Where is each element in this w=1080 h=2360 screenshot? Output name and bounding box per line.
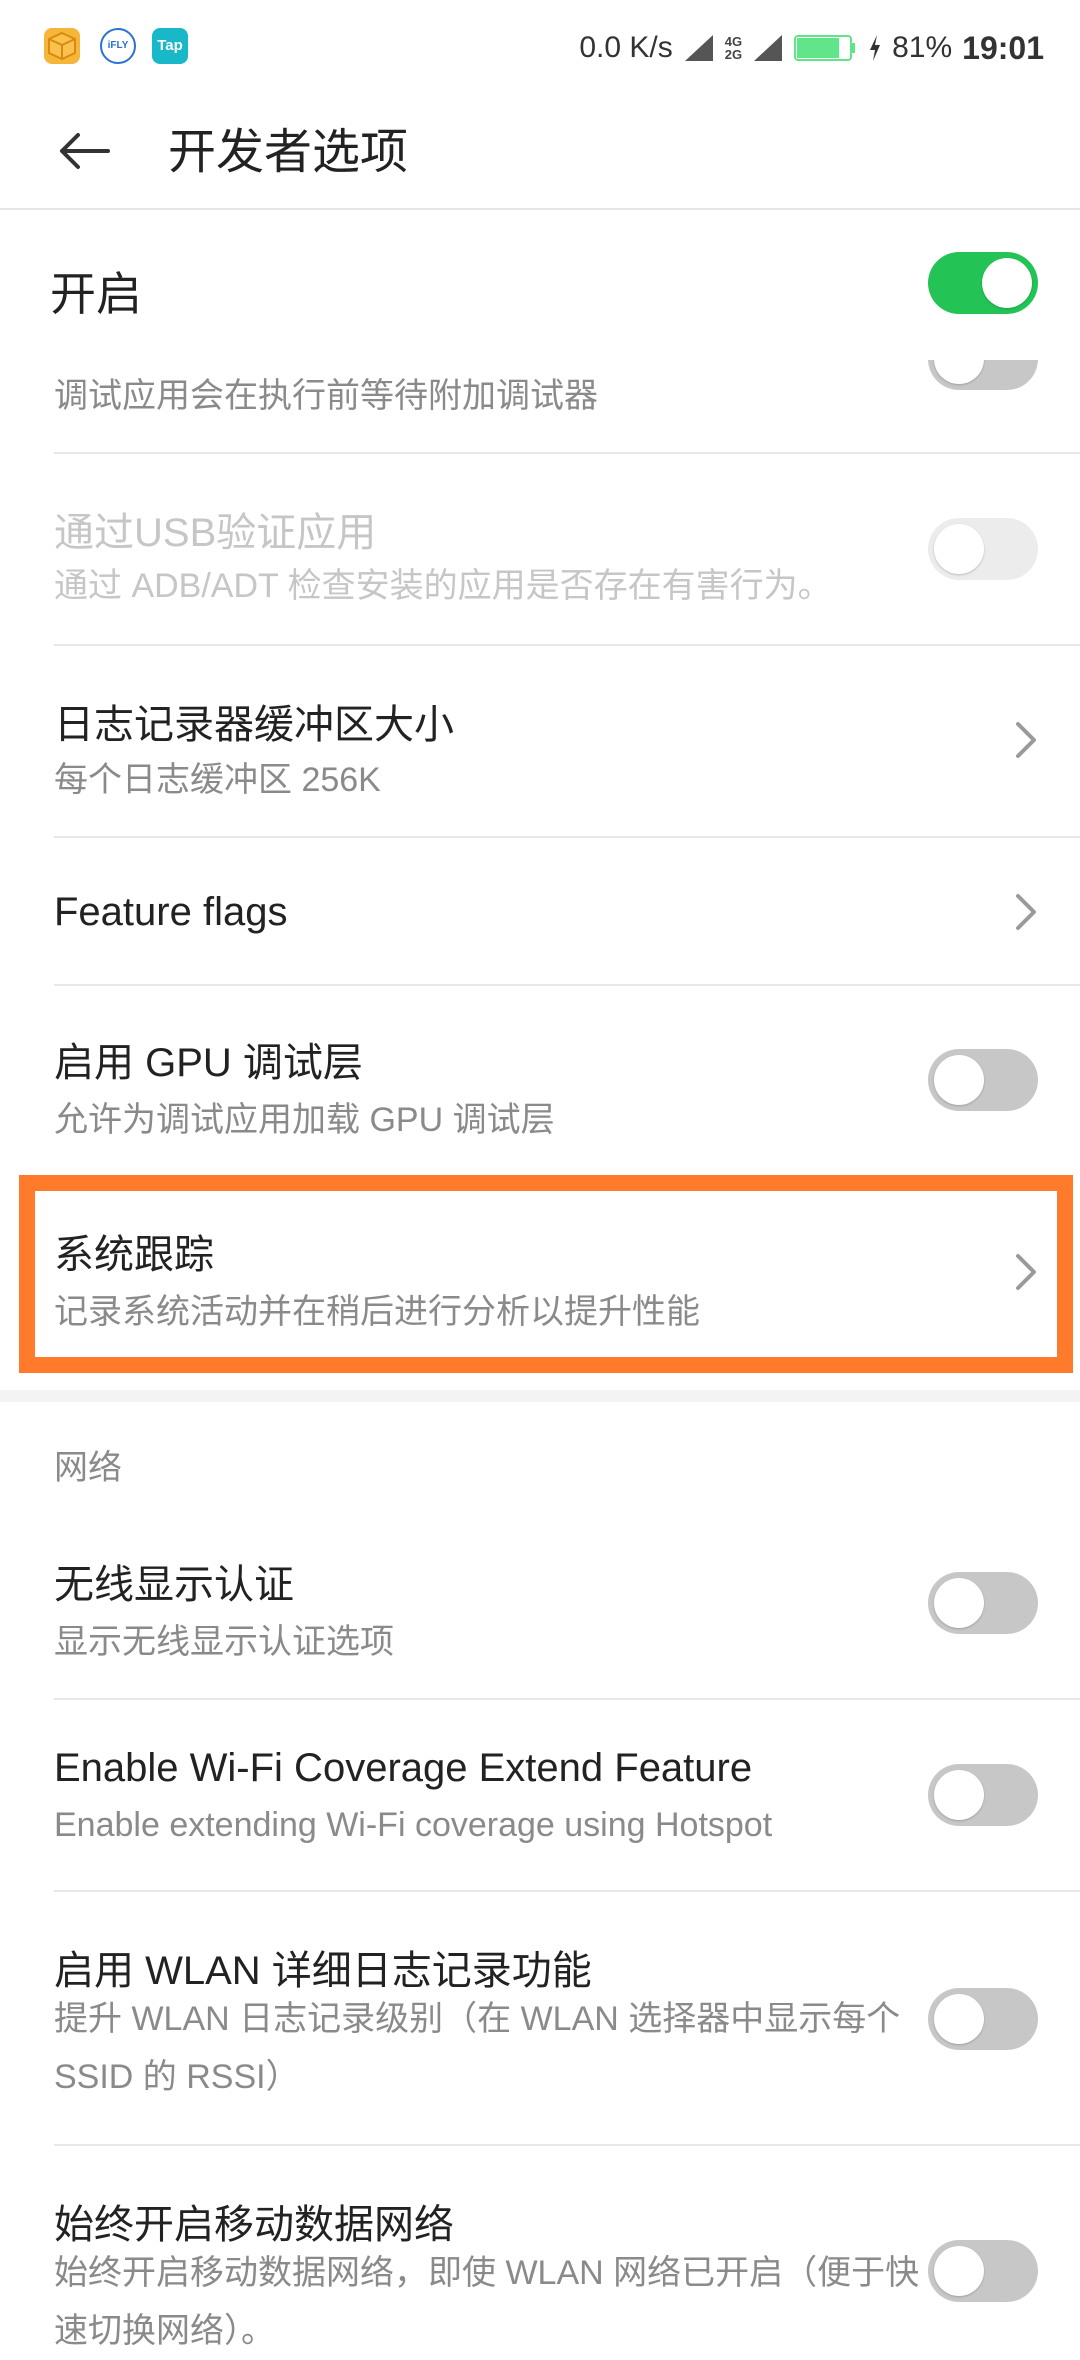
wlan-verbose-title: 启用 WLAN 详细日志记录功能 bbox=[54, 1949, 592, 1993]
wifi-coverage-title: Enable Wi-Fi Coverage Extend Feature bbox=[54, 1746, 753, 1790]
app-bar: 开发者选项 bbox=[0, 96, 1080, 210]
divider bbox=[54, 644, 1080, 646]
wifi-coverage-subtitle: Enable extending Wi-Fi coverage using Ho… bbox=[54, 1806, 773, 1844]
divider bbox=[54, 836, 1080, 838]
master-switch-label: 开启 bbox=[50, 268, 142, 320]
wlan-verbose-toggle[interactable] bbox=[928, 1988, 1038, 2050]
network-type-label: 4G 2G bbox=[724, 34, 743, 62]
battery-percent: 81% bbox=[892, 31, 953, 64]
feature-flags-title: Feature flags bbox=[54, 890, 288, 934]
gpu-debug-toggle[interactable] bbox=[928, 1049, 1038, 1111]
gpu-debug-title: 启用 GPU 调试层 bbox=[54, 1041, 363, 1085]
mobile-data-always-subtitle: 始终开启移动数据网络，即使 WLAN 网络已开启（便于快速切换网络）。 bbox=[54, 2254, 920, 2350]
package-icon bbox=[44, 28, 80, 64]
battery-icon bbox=[794, 35, 856, 61]
wifi-coverage-toggle[interactable] bbox=[928, 1764, 1038, 1826]
status-right: 0.0 K/s 4G 2G 81% 19:01 bbox=[579, 26, 1044, 70]
wait-debugger-subtitle: 调试应用会在执行前等待附加调试器 bbox=[54, 377, 598, 415]
status-bar: iFLY Tap 0.0 K/s 4G 2G 81% 19:01 bbox=[0, 0, 1080, 96]
wireless-display-toggle[interactable] bbox=[928, 1572, 1038, 1634]
divider bbox=[54, 984, 1080, 986]
system-trace-subtitle: 记录系统活动并在稍后进行分析以提升性能 bbox=[54, 1293, 700, 1331]
developer-options-master-row[interactable]: 开启 bbox=[0, 210, 1080, 360]
gpu-debug-subtitle: 允许为调试应用加载 GPU 调试层 bbox=[54, 1101, 555, 1139]
wireless-display-title: 无线显示认证 bbox=[54, 1563, 294, 1607]
verify-usb-toggle bbox=[928, 518, 1038, 580]
log-buffer-subtitle: 每个日志缓冲区 256K bbox=[54, 761, 381, 799]
system-trace-title: 系统跟踪 bbox=[54, 1233, 214, 1277]
section-gap bbox=[0, 1390, 1080, 1402]
divider bbox=[54, 1698, 1080, 1700]
verify-usb-title: 通过USB验证应用 bbox=[54, 511, 377, 555]
network-section-header: 网络 bbox=[54, 1449, 122, 1487]
chevron-right-icon bbox=[1016, 1254, 1036, 1290]
mobile-data-always-title: 始终开启移动数据网络 bbox=[54, 2203, 454, 2247]
page-title: 开发者选项 bbox=[168, 126, 409, 179]
signal-icon bbox=[684, 35, 713, 61]
chevron-right-icon bbox=[1016, 894, 1036, 930]
divider bbox=[54, 1890, 1080, 1892]
chevron-right-icon bbox=[1016, 722, 1036, 758]
tap-icon: Tap bbox=[152, 28, 188, 64]
ifly-icon: iFLY bbox=[100, 28, 136, 64]
master-toggle[interactable] bbox=[928, 252, 1038, 314]
divider bbox=[54, 452, 1080, 454]
network-speed: 0.0 K/s bbox=[579, 31, 673, 64]
clock: 19:01 bbox=[962, 29, 1044, 66]
mobile-data-always-toggle[interactable] bbox=[928, 2240, 1038, 2302]
verify-usb-subtitle: 通过 ADB/ADT 检查安装的应用是否存在有害行为。 bbox=[54, 567, 832, 605]
wlan-verbose-subtitle: 提升 WLAN 日志记录级别（在 WLAN 选择器中显示每个 SSID 的 RS… bbox=[54, 2000, 901, 2096]
wireless-display-subtitle: 显示无线显示认证选项 bbox=[54, 1623, 394, 1661]
log-buffer-title: 日志记录器缓冲区大小 bbox=[54, 703, 454, 747]
divider bbox=[54, 2144, 1080, 2146]
signal-2-icon bbox=[754, 35, 783, 61]
back-arrow-icon[interactable] bbox=[50, 116, 120, 186]
charging-icon bbox=[870, 35, 881, 61]
